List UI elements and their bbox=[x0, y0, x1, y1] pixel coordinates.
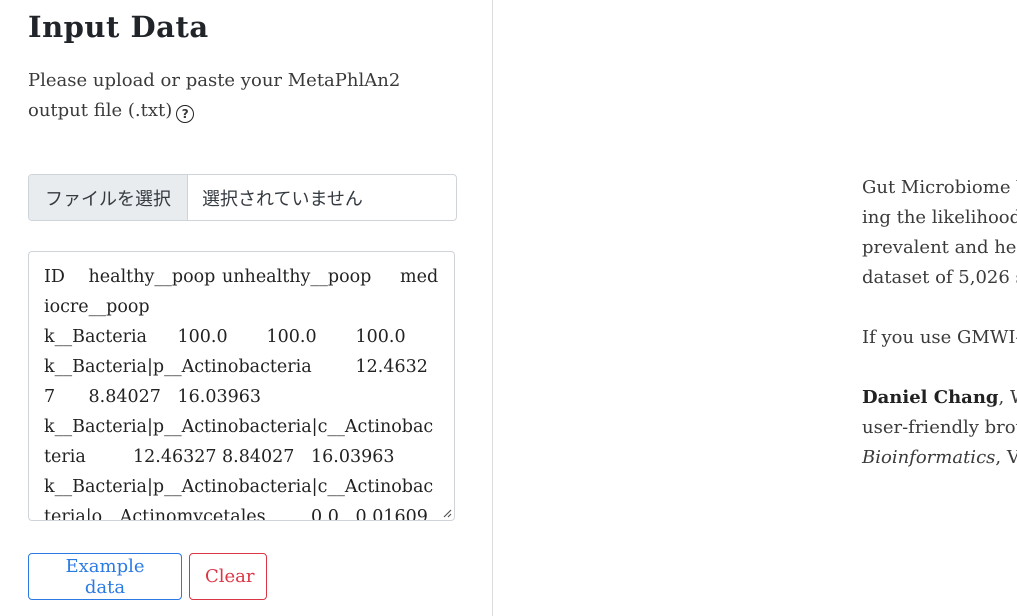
page: Input Data Please upload or paste your M… bbox=[0, 0, 1017, 616]
journal-name: Bioinformatics bbox=[862, 447, 996, 468]
journal-rest: , Vo bbox=[995, 447, 1017, 468]
description-line: ing the likelihood bbox=[862, 207, 1017, 228]
author-rest: , W bbox=[998, 387, 1017, 408]
author-name: Daniel Chang bbox=[862, 387, 999, 408]
instructions-text: Please upload or paste your MetaPhlAn2 o… bbox=[28, 70, 401, 121]
clear-button[interactable]: Clear bbox=[189, 553, 267, 600]
upload-instructions: Please upload or paste your MetaPhlAn2 o… bbox=[28, 66, 460, 126]
citation-authors: Daniel Chang, W bbox=[862, 383, 1017, 413]
description-line: Gut Microbiome W bbox=[862, 177, 1017, 198]
file-upload-input[interactable]: ファイルを選択 選択されていません bbox=[28, 174, 457, 221]
description-line: dataset of 5,026 s bbox=[862, 267, 1017, 288]
resize-handle-icon[interactable] bbox=[442, 508, 452, 518]
file-status-text: 選択されていません bbox=[202, 188, 363, 210]
choose-file-button[interactable]: ファイルを選択 bbox=[29, 175, 188, 220]
citation-journal-line: Bioinformatics, Vo bbox=[862, 443, 1017, 473]
input-panel: Input Data Please upload or paste your M… bbox=[0, 0, 493, 616]
page-title: Input Data bbox=[28, 10, 209, 44]
citation-intro: If you use GMWI- bbox=[862, 327, 1017, 348]
textarea-content[interactable]: ID healthy__poop unhealthy__poop mediocr… bbox=[44, 262, 439, 520]
description-line: prevalent and he bbox=[862, 237, 1017, 258]
example-data-button[interactable]: Example data bbox=[28, 553, 182, 600]
data-textarea[interactable]: ID healthy__poop unhealthy__poop mediocr… bbox=[28, 251, 455, 521]
help-icon[interactable]: ? bbox=[176, 105, 195, 123]
citation-title-line: user-friendly brow bbox=[862, 417, 1017, 438]
description-panel: Gut Microbiome W ing the likelihood prev… bbox=[862, 173, 1017, 473]
